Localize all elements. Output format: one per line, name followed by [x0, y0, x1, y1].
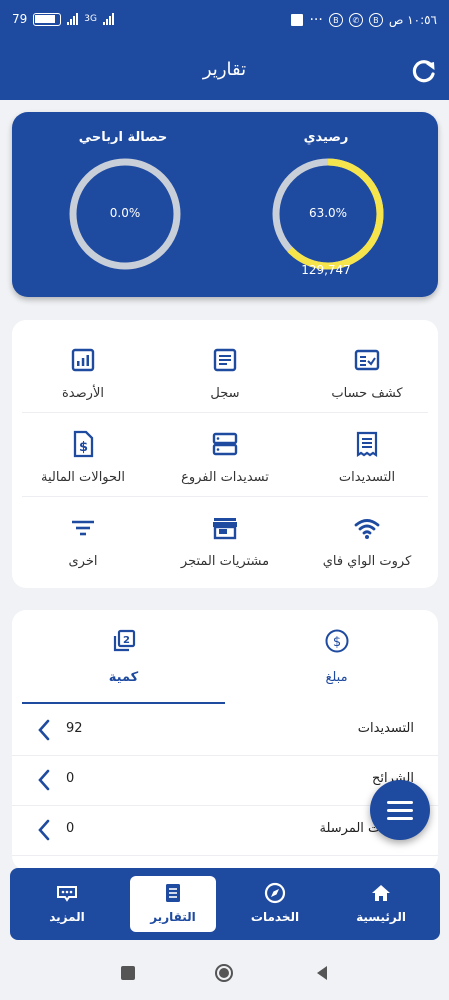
reports-icon	[166, 884, 180, 902]
menu-item-label: مشتريات المتجر	[180, 554, 270, 569]
payments-receipt-icon	[356, 431, 378, 458]
tab-label: كمية	[108, 670, 139, 685]
menu-item-label: اخرى	[68, 554, 98, 569]
menu-item-log[interactable]: سجل	[154, 328, 296, 412]
b-icon-2: B	[368, 13, 383, 27]
tab-label: مبلغ	[325, 670, 348, 685]
menu-fab-button[interactable]	[370, 780, 430, 840]
menu-item-label: كشف حساب	[331, 386, 403, 401]
profits-percent: 0.0%	[109, 206, 141, 220]
wifi-icon	[354, 519, 380, 539]
chevron-left-icon	[38, 819, 50, 841]
network-type-label: 3G	[84, 14, 97, 24]
menu-item-label: كروت الواي فاي	[322, 554, 412, 569]
nav-reports[interactable]: التقارير	[130, 876, 216, 932]
row-value: 92	[66, 721, 83, 736]
page-title: تقارير	[202, 59, 247, 80]
stats-card: $ مبلغ 2 كمية التسديدات 92 الشرائح 0 الح…	[12, 610, 438, 870]
balance-percent: 63.0%	[308, 206, 348, 220]
tab-amount[interactable]: $ مبلغ	[235, 624, 438, 702]
nav-services[interactable]: الخدمات	[232, 876, 318, 932]
nav-label: التقارير	[150, 910, 196, 924]
menu-item-wifi-cards[interactable]: كروت الواي فاي	[296, 496, 438, 580]
branch-payments-icon	[212, 432, 238, 456]
app-bar: تقارير	[0, 42, 449, 100]
compass-icon	[264, 882, 286, 904]
battery-percent: 79	[12, 12, 28, 26]
home-icon	[372, 885, 390, 901]
tab-indicator	[22, 702, 225, 704]
menu-item-label: التسديدات	[338, 470, 396, 485]
chevron-left-icon	[38, 769, 50, 791]
home-button[interactable]	[214, 963, 234, 983]
svg-text:$: $	[333, 635, 341, 650]
nav-label: المزيد	[49, 910, 85, 924]
store-icon	[213, 518, 237, 540]
svg-text:2: 2	[123, 635, 130, 646]
reports-menu-card: كشف حساب سجل الأرصدة التسديدات تسديدات ا…	[12, 320, 438, 588]
signal-icon-2	[102, 13, 114, 25]
row-value: 0	[66, 821, 75, 836]
svg-text:$: $	[79, 440, 88, 455]
more-icon	[57, 886, 77, 902]
menu-item-label: سجل	[210, 386, 240, 401]
balance-card: رصيدي 63.0% 129,747 حصالة ارباحي 0.0%	[12, 112, 438, 297]
log-icon	[213, 348, 237, 372]
chevron-left-icon	[38, 719, 50, 741]
menu-item-label: الأرصدة	[62, 386, 104, 401]
battery-icon	[33, 12, 62, 26]
menu-item-label: تسديدات الفروع	[181, 470, 269, 485]
status-left: 79 3G	[12, 12, 114, 26]
menu-item-label: الحوالات المالية	[41, 470, 125, 485]
row-value: 0	[66, 771, 75, 786]
hamburger-icon	[387, 817, 413, 820]
menu-item-store-purchases[interactable]: مشتريات المتجر	[154, 496, 296, 580]
balances-chart-icon	[71, 348, 95, 372]
menu-item-payments[interactable]: التسديدات	[296, 412, 438, 496]
menu-item-account-statement[interactable]: كشف حساب	[296, 328, 438, 412]
balance-label: رصيدي	[303, 130, 349, 145]
nav-more[interactable]: المزيد	[24, 876, 110, 932]
menu-item-other[interactable]: اخرى	[12, 496, 154, 580]
signal-icon	[67, 13, 79, 25]
menu-item-money-transfers[interactable]: $ الحوالات المالية	[12, 412, 154, 496]
quantity-icon: 2	[113, 629, 136, 652]
dollar-icon: $	[325, 629, 349, 653]
hamburger-icon	[387, 801, 413, 804]
menu-item-branch-payments[interactable]: تسديدات الفروع	[154, 412, 296, 496]
b-icon: B	[328, 13, 343, 27]
profits-label: حصالة ارباحي	[78, 130, 168, 145]
whatsapp-icon: ✆	[348, 13, 363, 27]
status-right: ··· B ✆ B ١٠:٥٦ ص	[291, 12, 437, 28]
notification-square-icon	[291, 14, 304, 26]
account-statement-icon	[354, 349, 380, 371]
table-row[interactable]: التسديدات 92	[12, 706, 438, 756]
system-nav-bar	[0, 945, 449, 1000]
status-time: ١٠:٥٦ ص	[388, 13, 437, 27]
balance-gauge[interactable]: 63.0%	[270, 156, 386, 272]
bottom-nav: الرئيسية الخدمات التقارير المزيد	[10, 868, 440, 940]
back-button[interactable]	[312, 963, 332, 983]
status-bar: 79 3G ··· B ✆ B ١٠:٥٦ ص	[0, 0, 449, 42]
profits-gauge[interactable]: 0.0%	[67, 156, 183, 272]
balance-value: 129,747	[301, 263, 351, 277]
menu-item-balances[interactable]: الأرصدة	[12, 328, 154, 412]
recent-apps-button[interactable]	[118, 963, 138, 983]
tab-quantity[interactable]: 2 كمية	[22, 624, 225, 702]
dots-icon: ···	[309, 12, 323, 28]
refresh-icon	[412, 60, 435, 83]
hamburger-icon	[387, 809, 413, 812]
refresh-button[interactable]	[407, 54, 441, 88]
money-transfer-icon: $	[73, 430, 94, 458]
nav-home[interactable]: الرئيسية	[338, 876, 424, 932]
nav-label: الرئيسية	[356, 910, 406, 924]
nav-label: الخدمات	[250, 910, 300, 924]
row-label: التسديدات	[357, 721, 414, 736]
filter-icon	[72, 520, 94, 536]
